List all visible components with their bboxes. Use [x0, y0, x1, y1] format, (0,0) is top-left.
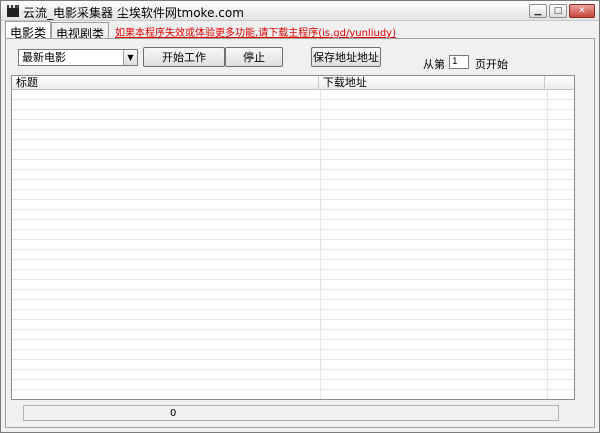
result-count: 0: [170, 408, 177, 419]
tab-bar: 电影类 电视剧类 如果本程序失效或体验更多功能,请下载主程序(is.gd/yun…: [5, 21, 396, 41]
start-work-button[interactable]: 开始工作: [143, 47, 225, 67]
list-header: 标题 下载地址: [12, 76, 574, 90]
column-extra[interactable]: [545, 76, 574, 90]
tab-movies[interactable]: 电影类: [5, 21, 52, 40]
column-download-url[interactable]: 下载地址: [319, 76, 546, 90]
minimize-button[interactable]: ▁: [529, 4, 547, 18]
category-select[interactable]: 最新电影 ▼: [18, 49, 138, 66]
title-bar[interactable]: 云流_电影采集器 尘埃软件网tmoke.com ▁ □ ✕: [1, 1, 599, 21]
column-divider: [547, 90, 548, 399]
app-window: 云流_电影采集器 尘埃软件网tmoke.com ▁ □ ✕ 电影类 电视剧类 如…: [0, 0, 600, 433]
download-main-program-link[interactable]: 如果本程序失效或体验更多功能,请下载主程序(is.gd/yunliudy): [115, 22, 396, 39]
page-start-label: 页开始: [475, 58, 508, 71]
category-select-value: 最新电影: [22, 51, 66, 64]
close-button[interactable]: ✕: [569, 4, 595, 18]
tab-tv-series[interactable]: 电视剧类: [51, 22, 110, 41]
start-page-input[interactable]: 1: [449, 55, 469, 69]
column-title[interactable]: 标题: [12, 76, 319, 90]
window-controls: ▁ □ ✕: [529, 4, 595, 18]
film-clapper-icon: [7, 5, 19, 17]
save-addresses-button[interactable]: 保存地址地址: [311, 47, 381, 67]
window-title: 云流_电影采集器 尘埃软件网tmoke.com: [23, 6, 244, 20]
list-body[interactable]: [12, 90, 574, 399]
results-list[interactable]: 标题 下载地址: [11, 75, 575, 400]
chevron-down-icon[interactable]: ▼: [123, 50, 137, 65]
status-bar: 0: [23, 405, 559, 421]
maximize-button[interactable]: □: [549, 4, 567, 18]
from-page-label: 从第: [423, 58, 445, 71]
column-divider: [320, 90, 321, 399]
tab-panel: 最新电影 ▼ 开始工作 停止 保存地址地址 从第 1 页开始 标题 下载地址 0: [5, 38, 595, 428]
stop-button[interactable]: 停止: [225, 47, 283, 67]
